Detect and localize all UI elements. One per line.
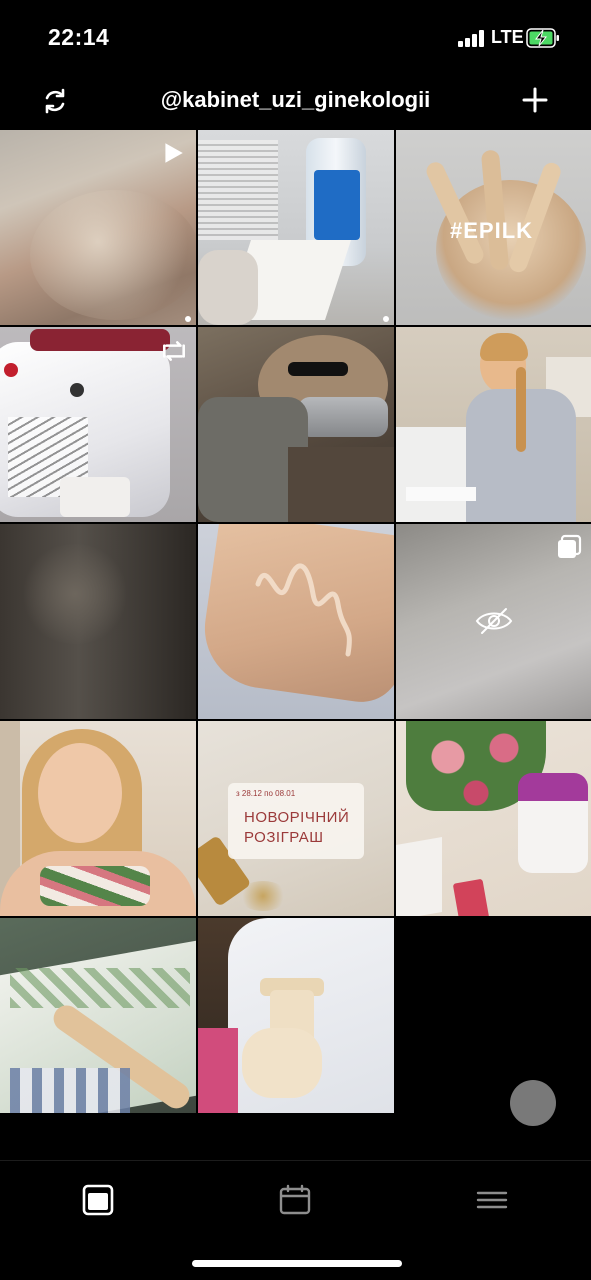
post-roses-device[interactable] xyxy=(396,721,591,916)
calendar-icon[interactable] xyxy=(278,1183,312,1217)
post-laser-procedure[interactable] xyxy=(198,327,394,522)
post-ultrasound-probe[interactable] xyxy=(198,918,394,1113)
status-time: 22:14 xyxy=(48,24,110,50)
giveaway-title-line2: РОЗІГРАШ xyxy=(244,829,324,846)
giveaway-dates: з 28.12 по 08.01 xyxy=(236,789,296,798)
home-indicator[interactable] xyxy=(192,1260,402,1267)
post-epilk-wax-sticks[interactable]: #EPILK xyxy=(396,130,591,325)
status-bar: 22:14 LTE xyxy=(0,0,591,76)
post-woman-flowers[interactable] xyxy=(0,721,196,916)
post-spray-bottle[interactable] xyxy=(198,130,394,325)
menu-icon[interactable] xyxy=(475,1183,509,1217)
post-indicator-dot xyxy=(185,316,191,322)
battery-charging-icon xyxy=(526,28,559,48)
epilk-logo-text: #EPILK xyxy=(450,218,534,243)
play-icon xyxy=(165,143,183,163)
post-gel-on-arm[interactable] xyxy=(198,524,394,719)
reel-icon xyxy=(163,341,185,361)
floating-action-button[interactable] xyxy=(510,1080,556,1126)
posts-grid: #EPILK з 28.12 по 08.01 НОВОРІЧНИЙ РОЗІГ… xyxy=(0,130,591,1118)
top-bar: @kabinet_uzi_ginekologii xyxy=(0,76,591,130)
post-gel-skin-reel[interactable] xyxy=(0,130,196,325)
post-blurred-dark[interactable] xyxy=(0,524,196,719)
giveaway-title-line1: НОВОРІЧНИЙ xyxy=(244,809,350,826)
signal-icon xyxy=(458,30,484,47)
network-type: LTE xyxy=(491,27,524,47)
eye-slash-icon xyxy=(475,608,513,634)
post-indicator-dot xyxy=(383,316,389,322)
post-hidden-skin[interactable] xyxy=(396,524,591,719)
account-username[interactable]: @kabinet_uzi_ginekologii xyxy=(0,87,591,113)
carousel-icon xyxy=(558,534,582,558)
add-post-icon[interactable] xyxy=(520,85,550,115)
post-doctor-portrait[interactable] xyxy=(396,327,591,522)
grid-view-icon[interactable] xyxy=(81,1183,115,1217)
post-new-year-giveaway[interactable]: з 28.12 по 08.01 НОВОРІЧНИЙ РОЗІГРАШ xyxy=(198,721,394,916)
post-wax-sticks-packages[interactable] xyxy=(0,918,196,1113)
post-laser-device[interactable] xyxy=(0,327,196,522)
gel-trail xyxy=(255,563,352,657)
